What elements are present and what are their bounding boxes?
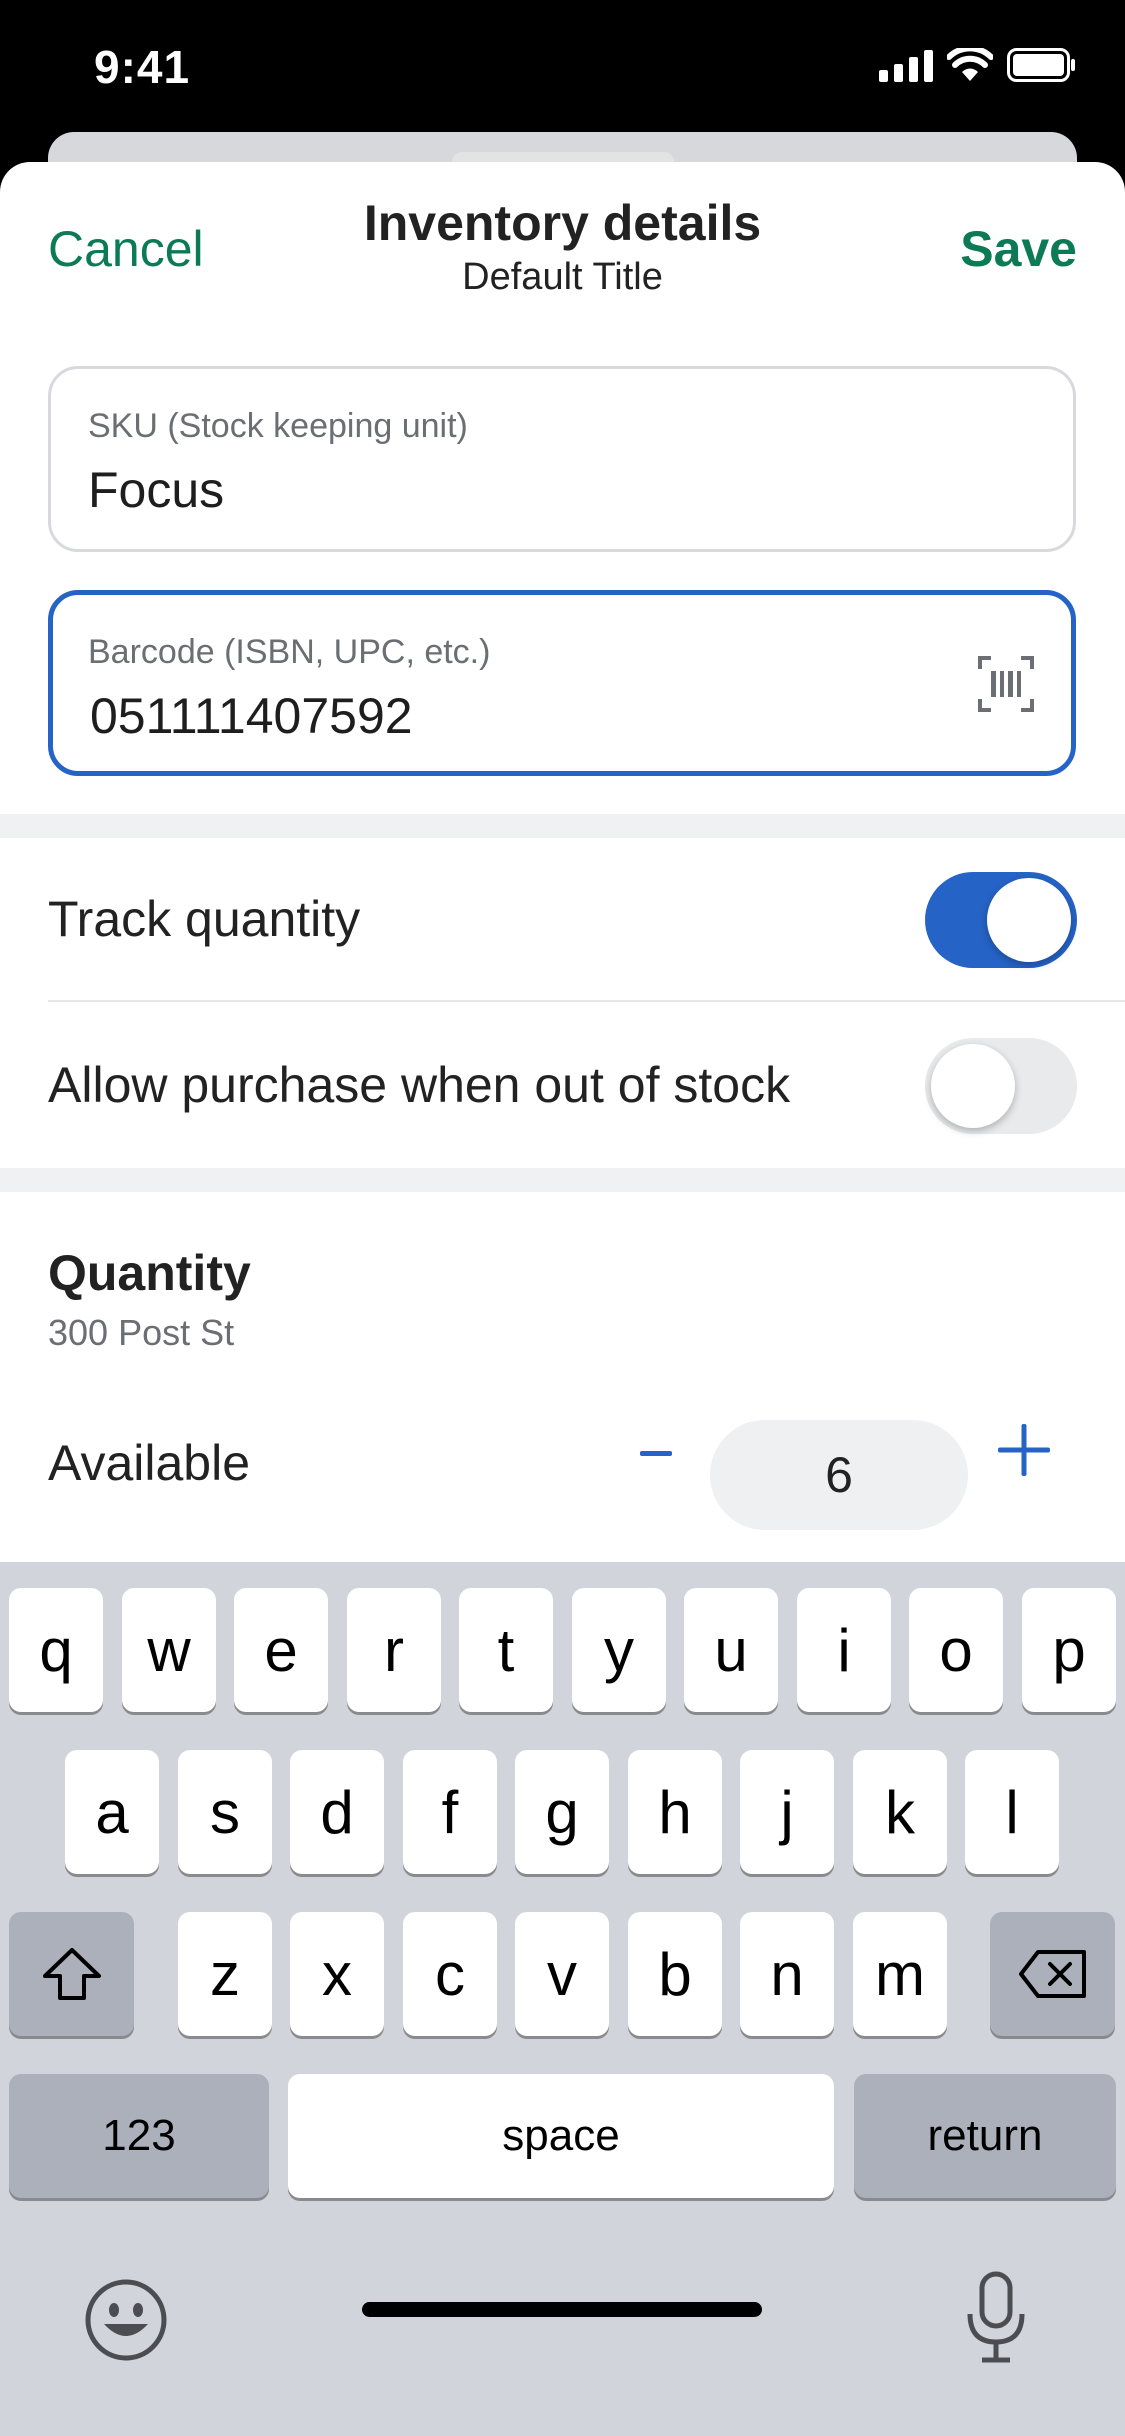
key-v[interactable]: v [515,1912,609,2036]
minus-icon [640,1451,672,1456]
status-icons [879,48,1077,82]
key-z[interactable]: z [178,1912,272,2036]
key-e[interactable]: e [234,1588,328,1712]
sku-field[interactable]: SKU (Stock keeping unit) Focus [48,366,1076,552]
sku-field-value: Focus [88,462,225,518]
key-b[interactable]: b [628,1912,722,2036]
section-divider [0,1168,1125,1192]
key-s[interactable]: s [178,1750,272,1874]
key-x[interactable]: x [290,1912,384,2036]
emoji-icon[interactable] [84,2278,168,2362]
plus-icon [998,1424,1050,1476]
key-r[interactable]: r [347,1588,441,1712]
allow-purchase-toggle[interactable] [925,1038,1077,1134]
cellular-signal-icon [879,48,933,82]
battery-icon [1007,48,1075,82]
shift-icon [42,1948,101,2000]
available-quantity-input[interactable]: 6 [710,1420,968,1530]
key-f[interactable]: f [403,1750,497,1874]
shift-key[interactable] [9,1912,134,2036]
key-w[interactable]: w [122,1588,216,1712]
barcode-field[interactable]: Barcode (ISBN, UPC, etc.) 051111407592 [48,590,1076,776]
key-t[interactable]: t [459,1588,553,1712]
return-key[interactable]: return [854,2074,1116,2198]
key-h[interactable]: h [628,1750,722,1874]
allow-purchase-label: Allow purchase when out of stock [48,1057,791,1113]
barcode-field-label: Barcode (ISBN, UPC, etc.) [88,633,491,671]
key-o[interactable]: o [909,1588,1003,1712]
key-d[interactable]: d [290,1750,384,1874]
track-quantity-label: Track quantity [48,891,361,947]
quantity-location: 300 Post St [48,1312,235,1353]
save-button[interactable]: Save [960,220,1077,278]
key-l[interactable]: l [965,1750,1059,1874]
key-m[interactable]: m [853,1912,947,2036]
barcode-scan-icon[interactable] [977,655,1035,713]
key-k[interactable]: k [853,1750,947,1874]
row-divider [48,1000,1125,1002]
key-j[interactable]: j [740,1750,834,1874]
available-label: Available [48,1435,251,1491]
wifi-icon [947,48,993,81]
home-indicator [362,2302,762,2317]
decrement-button[interactable] [624,1422,688,1486]
microphone-icon[interactable] [964,2270,1028,2366]
key-a[interactable]: a [65,1750,159,1874]
key-c[interactable]: c [403,1912,497,2036]
key-u[interactable]: u [684,1588,778,1712]
barcode-field-value: 051111407592 [90,688,413,744]
cancel-button[interactable]: Cancel [48,220,204,278]
section-divider [0,814,1125,838]
numbers-key[interactable]: 123 [9,2074,269,2198]
increment-button[interactable] [992,1418,1056,1482]
space-key[interactable]: space [288,2074,834,2198]
status-time: 9:41 [94,41,191,93]
key-q[interactable]: q [9,1588,103,1712]
status-bar: 9:41 [0,0,1125,140]
backspace-key[interactable] [990,1912,1115,2036]
backspace-icon [1018,1950,1086,1998]
quantity-section-title: Quantity [48,1245,251,1301]
key-g[interactable]: g [515,1750,609,1874]
track-quantity-toggle[interactable] [925,872,1077,968]
sku-field-label: SKU (Stock keeping unit) [88,407,468,445]
key-p[interactable]: p [1022,1588,1116,1712]
key-n[interactable]: n [740,1912,834,2036]
key-y[interactable]: y [572,1588,666,1712]
key-i[interactable]: i [797,1588,891,1712]
